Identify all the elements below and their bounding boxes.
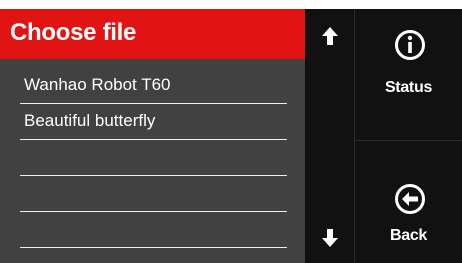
- info-circle-icon: [395, 30, 425, 60]
- file-list-item[interactable]: [20, 139, 287, 176]
- arrow-left-circle-icon: [395, 184, 425, 214]
- action-column: Status Back: [355, 9, 462, 263]
- back-button[interactable]: Back: [355, 141, 462, 263]
- arrow-down-icon: [322, 229, 338, 247]
- scroll-column: [305, 9, 355, 263]
- file-list-item[interactable]: [20, 175, 287, 212]
- file-chooser-screen: Choose file Wanhao Robot T60 Beautiful b…: [0, 0, 462, 263]
- file-list-item[interactable]: Beautiful butterfly: [20, 103, 287, 140]
- page-title: Choose file: [10, 19, 137, 46]
- scroll-down-button[interactable]: [305, 215, 355, 261]
- header-bar: Choose file: [0, 9, 305, 59]
- status-button-label: Status: [384, 79, 433, 96]
- arrow-up-icon: [322, 27, 338, 45]
- back-button-label: Back: [389, 227, 428, 244]
- top-cropped-strip: [0, 0, 462, 9]
- file-list-item[interactable]: Wanhao Robot T60: [20, 67, 287, 104]
- status-button[interactable]: Status: [355, 9, 462, 140]
- file-list-item-label: Beautiful butterfly: [24, 111, 156, 130]
- scroll-up-button[interactable]: [305, 13, 355, 59]
- file-list-item[interactable]: [20, 211, 287, 248]
- file-list-item-label: Wanhao Robot T60: [24, 75, 171, 94]
- file-list-panel: Choose file Wanhao Robot T60 Beautiful b…: [0, 9, 305, 263]
